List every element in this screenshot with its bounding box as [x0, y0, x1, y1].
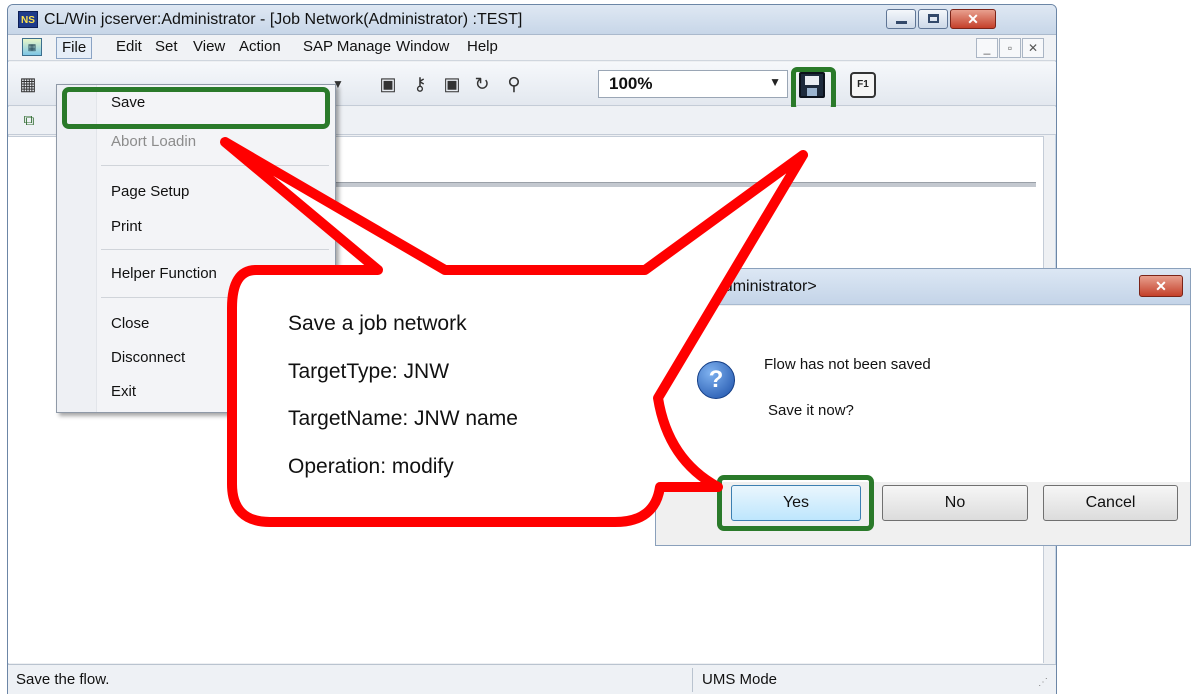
callout-line-2: TargetType: JNW [288, 360, 450, 383]
callout-bubble [220, 137, 808, 527]
callout-line-3: TargetName: JNW name [288, 407, 518, 430]
callout-line-1: Save a job network [288, 312, 467, 335]
callout-line-4: Operation: modify [288, 455, 454, 478]
